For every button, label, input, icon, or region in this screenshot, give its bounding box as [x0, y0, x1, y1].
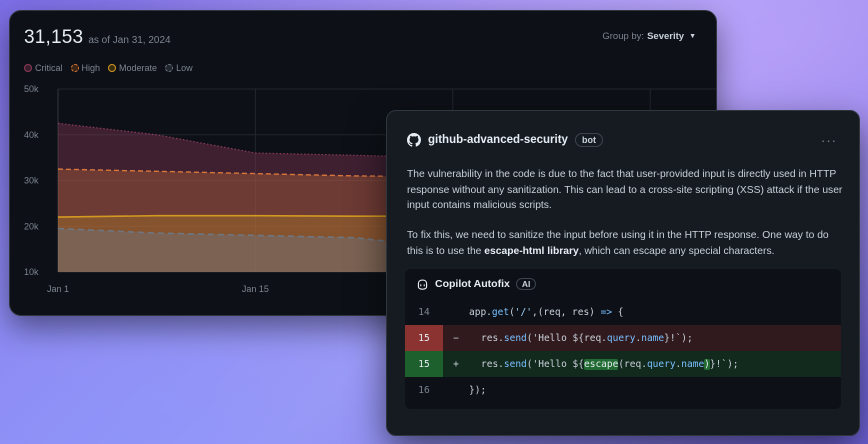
- group-by-dropdown[interactable]: Group by: Severity ▼: [602, 31, 696, 42]
- vulnerability-description: The vulnerability in the code is due to …: [407, 169, 843, 211]
- fix-text-post: , which can escape any special character…: [578, 245, 775, 257]
- diff-line-context: 14 app.get('/',(req, res) => {: [405, 299, 841, 325]
- author-name[interactable]: github-advanced-security: [428, 134, 568, 146]
- legend-swatch: [165, 64, 174, 72]
- security-alert-card: github-advanced-security bot ··· The vul…: [386, 110, 860, 436]
- chart-legend: Critical High Moderate Low: [24, 63, 193, 73]
- legend-item-critical[interactable]: Critical: [24, 63, 63, 73]
- autofix-title: Copilot Autofix: [435, 278, 510, 290]
- legend-swatch: [70, 64, 79, 72]
- chart-header: 31,153 as of Jan 31, 2024: [24, 27, 171, 49]
- legend-swatch: [24, 64, 32, 72]
- diff-marker: +: [453, 358, 459, 370]
- code-text: res.send('Hello ${req.query.name}!`);: [481, 332, 693, 344]
- chevron-down-icon: ▼: [689, 33, 696, 40]
- github-icon: [407, 133, 421, 147]
- y-tick-label: 20k: [24, 221, 39, 231]
- line-number: 15: [405, 351, 443, 377]
- group-by-label: Group by:: [602, 31, 645, 42]
- legend-swatch: [108, 64, 117, 72]
- legend-label: High: [81, 63, 101, 73]
- bot-badge: bot: [574, 133, 603, 147]
- legend-label: Moderate: [119, 63, 158, 73]
- group-by-value: Severity: [647, 31, 685, 42]
- y-tick-label: 40k: [24, 130, 39, 140]
- legend-item-high[interactable]: High: [70, 63, 101, 73]
- autofix-header: Copilot Autofix AI: [405, 269, 841, 299]
- y-tick-label: 50k: [24, 84, 39, 94]
- x-tick-label: Jan 1: [47, 284, 69, 294]
- diff-line-removed: 15 − res.send('Hello ${req.query.name}!`…: [405, 325, 841, 351]
- legend-item-moderate[interactable]: Moderate: [108, 63, 157, 73]
- diff-marker: −: [453, 332, 459, 344]
- author-row: github-advanced-security bot: [407, 133, 603, 147]
- line-number: 14: [418, 306, 430, 318]
- y-tick-label: 30k: [24, 176, 39, 186]
- alert-count: 31,153: [24, 27, 84, 48]
- as-of-date: as of Jan 31, 2024: [88, 35, 171, 46]
- y-tick-label: 10k: [24, 267, 39, 277]
- line-number: 16: [418, 384, 430, 396]
- diff-line-added: 15 + res.send('Hello ${escape(req.query.…: [405, 351, 841, 377]
- line-number: 15: [405, 325, 443, 351]
- code-text: app.get('/',(req, res) => {: [469, 306, 624, 318]
- legend-item-low[interactable]: Low: [165, 63, 193, 73]
- library-name: escape-html library: [484, 245, 579, 257]
- legend-label: Low: [176, 63, 193, 73]
- legend-label: Critical: [35, 63, 63, 73]
- code-text: });: [469, 384, 487, 396]
- fix-description: To fix this, we need to sanitize the inp…: [407, 228, 843, 259]
- ai-badge: AI: [515, 278, 537, 290]
- code-diff: 14 app.get('/',(req, res) => { 15 − res.…: [405, 299, 841, 403]
- x-tick-label: Jan 15: [242, 284, 269, 294]
- copilot-icon: [417, 278, 428, 290]
- diff-line-context: 16 });: [405, 377, 841, 403]
- code-text: res.send('Hello ${escape(req.query.name)…: [481, 358, 739, 370]
- more-options-icon[interactable]: ···: [821, 133, 837, 148]
- copilot-autofix-panel: Copilot Autofix AI 14 app.get('/',(req, …: [405, 269, 841, 409]
